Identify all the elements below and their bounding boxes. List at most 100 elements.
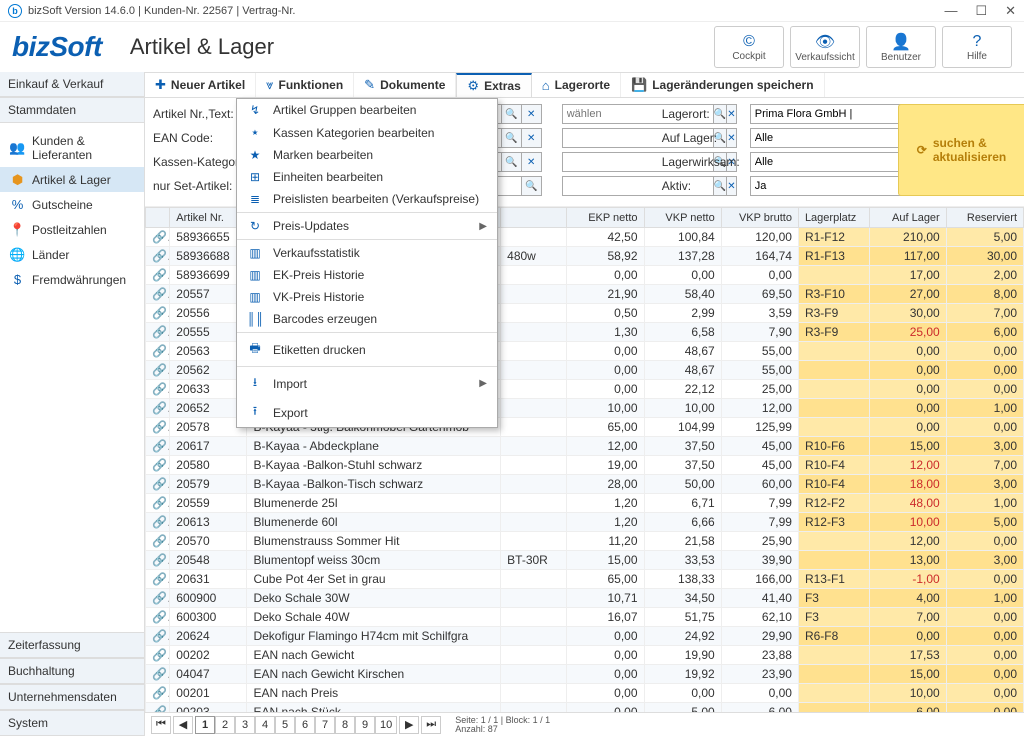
menu-item[interactable]: ⭑Kassen Kategorien bearbeiten — [237, 121, 497, 144]
pager-next[interactable]: ▶ — [399, 716, 419, 734]
cell-lagerplatz[interactable]: R10-F4 — [798, 456, 869, 475]
cell-auflager[interactable]: 17,00 — [869, 266, 946, 285]
sidebar-item-artikel[interactable]: ⬢Artikel & Lager — [0, 167, 144, 192]
cell-auflager[interactable]: 4,00 — [869, 589, 946, 608]
cell-reserviert[interactable]: 3,00 — [946, 475, 1023, 494]
cell-lagerplatz[interactable]: R12-F2 — [798, 494, 869, 513]
sidebar-item-gutscheine[interactable]: %Gutscheine — [0, 192, 144, 217]
menu-item[interactable]: ⭱Export — [237, 398, 497, 427]
cell-reserviert[interactable]: 0,00 — [946, 646, 1023, 665]
menu-item[interactable]: ≣Preislisten bearbeiten (Verkaufspreise) — [237, 188, 497, 210]
clear-icon[interactable]: ✕ — [522, 104, 542, 124]
cell-auflager[interactable]: -1,00 — [869, 570, 946, 589]
cell-auflager[interactable]: 210,00 — [869, 228, 946, 247]
cell-reserviert[interactable]: 0,00 — [946, 627, 1023, 646]
cell-lagerplatz[interactable] — [798, 703, 869, 713]
cell-auflager[interactable]: 30,00 — [869, 304, 946, 323]
cell-auflager[interactable]: 117,00 — [869, 247, 946, 266]
cell-auflager[interactable]: 0,00 — [869, 399, 946, 418]
lagerorte-button[interactable]: ⌂Lagerorte — [532, 73, 621, 97]
menu-item[interactable]: ↻Preis-Updates▶ — [237, 215, 497, 237]
search-icon[interactable]: 🔍 — [502, 104, 522, 124]
cell-auflager[interactable]: 0,00 — [869, 380, 946, 399]
cell-reserviert[interactable]: 6,00 — [946, 323, 1023, 342]
pager-page[interactable]: 1 — [195, 716, 215, 734]
col-lagerplatz[interactable]: Lagerplatz — [798, 208, 869, 228]
cell-lagerplatz[interactable]: R3-F9 — [798, 323, 869, 342]
sidebar-item-plz[interactable]: 📍Postleitzahlen — [0, 217, 144, 242]
input-lagerwirksam[interactable] — [750, 152, 902, 172]
cell-auflager[interactable]: 7,00 — [869, 608, 946, 627]
cell-auflager[interactable]: 6,00 — [869, 703, 946, 713]
sidebar-group-einkauf[interactable]: Einkauf & Verkauf — [0, 72, 144, 97]
cell-lagerplatz[interactable] — [798, 551, 869, 570]
menu-item[interactable]: ↯Artikel Gruppen bearbeiten — [237, 99, 497, 121]
cell-lagerplatz[interactable] — [798, 418, 869, 437]
hilfe-button[interactable]: ?Hilfe — [942, 26, 1012, 68]
cell-lagerplatz[interactable] — [798, 684, 869, 703]
pager-page[interactable]: 4 — [255, 716, 275, 734]
menu-item[interactable]: ⊞Einheiten bearbeiten — [237, 166, 497, 188]
sidebar-group-system[interactable]: System — [0, 710, 144, 736]
cell-reserviert[interactable]: 0,00 — [946, 342, 1023, 361]
cell-reserviert[interactable]: 8,00 — [946, 285, 1023, 304]
cell-reserviert[interactable]: 5,00 — [946, 228, 1023, 247]
table-row[interactable]: 🔗20617B-Kayaa - Abdeckplane12,0037,5045,… — [146, 437, 1024, 456]
menu-item[interactable]: ▥VK-Preis Historie — [237, 286, 497, 308]
cell-lagerplatz[interactable]: R3-F9 — [798, 304, 869, 323]
minimize-button[interactable]: — — [944, 3, 957, 19]
cell-lagerplatz[interactable] — [798, 266, 869, 285]
cell-lagerplatz[interactable] — [798, 646, 869, 665]
cell-reserviert[interactable]: 7,00 — [946, 456, 1023, 475]
col-reserviert[interactable]: Reserviert — [946, 208, 1023, 228]
table-row[interactable]: 🔗20624Dekofigur Flamingo H74cm mit Schil… — [146, 627, 1024, 646]
funktionen-button[interactable]: ⩔Funktionen — [256, 73, 354, 97]
sidebar-group-unternehmen[interactable]: Unternehmensdaten — [0, 684, 144, 710]
table-row[interactable]: 🔗20580B-Kayaa -Balkon-Stuhl schwarz19,00… — [146, 456, 1024, 475]
cell-auflager[interactable]: 18,00 — [869, 475, 946, 494]
cell-auflager[interactable]: 10,00 — [869, 513, 946, 532]
cell-lagerplatz[interactable] — [798, 665, 869, 684]
cell-auflager[interactable]: 10,00 — [869, 684, 946, 703]
cell-auflager[interactable]: 12,00 — [869, 456, 946, 475]
table-row[interactable]: 🔗600300Deko Schale 40W16,0751,7562,10F37… — [146, 608, 1024, 627]
table-row[interactable]: 🔗20570Blumenstrauss Sommer Hit11,2021,58… — [146, 532, 1024, 551]
cell-reserviert[interactable]: 0,00 — [946, 703, 1023, 713]
cell-reserviert[interactable]: 30,00 — [946, 247, 1023, 266]
sidebar-item-kunden[interactable]: 👥Kunden & Lieferanten — [0, 129, 144, 167]
dokumente-button[interactable]: ✎Dokumente — [354, 73, 456, 97]
col-vkb[interactable]: VKP brutto — [721, 208, 798, 228]
menu-item[interactable]: ⭳Import▶ — [237, 369, 497, 398]
cell-auflager[interactable]: 15,00 — [869, 437, 946, 456]
input-lagerort[interactable] — [750, 104, 902, 124]
pager-page[interactable]: 7 — [315, 716, 335, 734]
cell-reserviert[interactable]: 0,00 — [946, 418, 1023, 437]
cell-auflager[interactable]: 48,00 — [869, 494, 946, 513]
search-icon[interactable]: 🔍 — [522, 176, 542, 196]
cell-reserviert[interactable]: 0,00 — [946, 570, 1023, 589]
cell-auflager[interactable]: 0,00 — [869, 361, 946, 380]
table-row[interactable]: 🔗20559Blumenerde 25l1,206,717,99R12-F248… — [146, 494, 1024, 513]
menu-item[interactable]: ▥EK-Preis Historie — [237, 264, 497, 286]
col-icon[interactable] — [146, 208, 170, 228]
pager-page[interactable]: 3 — [235, 716, 255, 734]
cell-lagerplatz[interactable] — [798, 399, 869, 418]
col-auflager[interactable]: Auf Lager — [869, 208, 946, 228]
cell-reserviert[interactable]: 0,00 — [946, 665, 1023, 684]
search-button[interactable]: ⟳suchen & aktualisieren — [898, 104, 1024, 196]
col-ekp[interactable]: EKP netto — [567, 208, 644, 228]
cockpit-button[interactable]: ©Cockpit — [714, 26, 784, 68]
extras-button[interactable]: ⚙Extras — [456, 73, 531, 97]
cell-reserviert[interactable]: 5,00 — [946, 513, 1023, 532]
col-vkp[interactable]: VKP netto — [644, 208, 721, 228]
new-article-button[interactable]: ✚Neuer Artikel — [145, 73, 256, 97]
pager-page[interactable]: 9 — [355, 716, 375, 734]
table-row[interactable]: 🔗04047EAN nach Gewicht Kirschen0,0019,92… — [146, 665, 1024, 684]
table-row[interactable]: 🔗20548Blumentopf weiss 30cmBT-30R15,0033… — [146, 551, 1024, 570]
cell-auflager[interactable]: 15,00 — [869, 665, 946, 684]
sidebar-group-stammdaten[interactable]: Stammdaten — [0, 97, 144, 123]
cell-auflager[interactable]: 13,00 — [869, 551, 946, 570]
pager-prev[interactable]: ◀ — [173, 716, 193, 734]
cell-lagerplatz[interactable] — [798, 532, 869, 551]
cell-reserviert[interactable]: 1,00 — [946, 399, 1023, 418]
